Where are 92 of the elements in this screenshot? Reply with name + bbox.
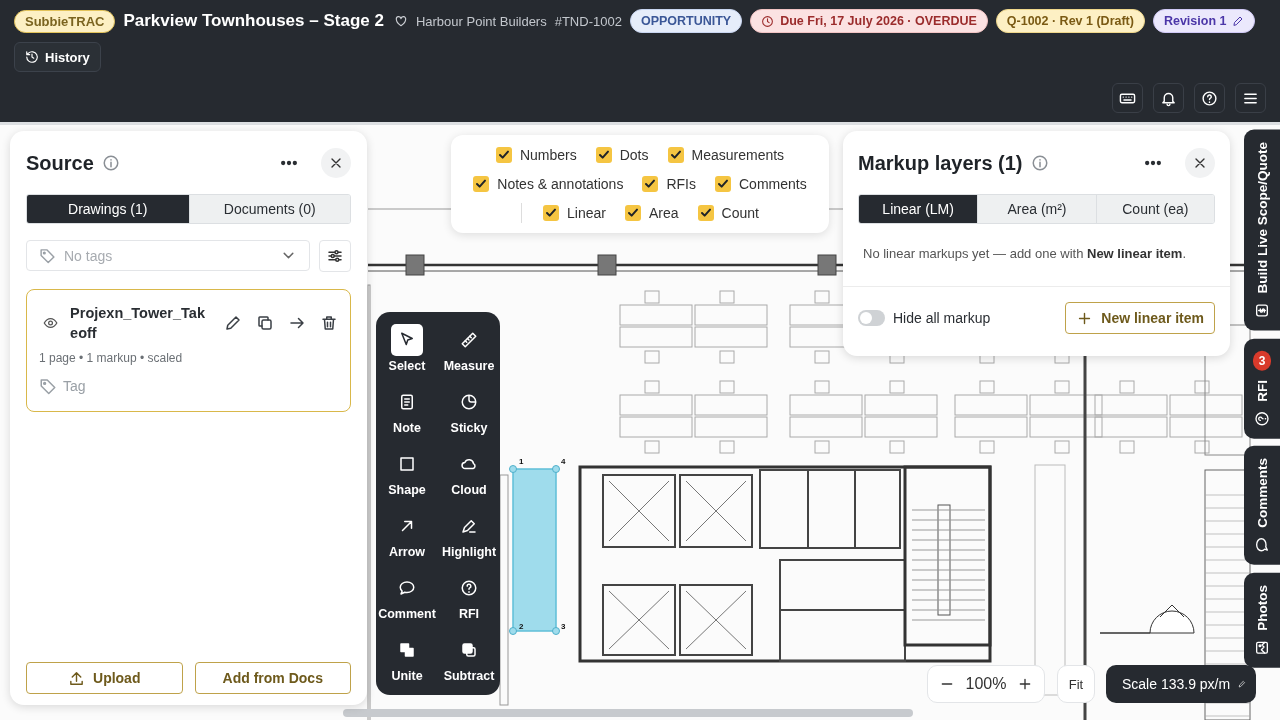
help-icon [1201,89,1218,107]
checkbox[interactable] [667,147,684,163]
tool-button[interactable]: Select [376,324,438,386]
tool-button[interactable]: Measure [438,324,500,386]
checkbox[interactable] [642,176,659,192]
history-icon [25,50,39,64]
history-button[interactable]: History [14,42,101,72]
vertex-label: 3 [561,622,566,631]
tab[interactable]: Area (m²) [977,195,1096,223]
tool-button[interactable]: Subtract [438,634,500,696]
tab[interactable]: Drawings (1) [27,195,189,223]
toggle-switch[interactable] [858,310,885,326]
checkbox[interactable] [715,176,731,192]
side-tab[interactable]: Comments [1244,446,1280,566]
checkbox-label: Numbers [519,147,577,163]
drawing-card[interactable]: Projexn_Tower_Takeoff 1 page • 1 markup • scaled Tag [26,289,351,412]
panel-title: Source [26,151,94,175]
checkbox-label: RFIs [666,176,696,192]
tag-icon [39,377,57,395]
tool-button[interactable]: Shape [376,448,438,510]
checkbox-label: Measurements [691,147,785,163]
pencil-icon [1232,15,1245,27]
due-badge: Due Fri, 17 July 2026 · OVERDUE [750,9,988,33]
copy-icon[interactable] [256,314,274,332]
checkbox[interactable] [495,147,512,163]
project-title: Parkview Townhouses – Stage 2 [123,11,384,31]
tag-icon [39,247,56,264]
tool-button[interactable]: Cloud [438,448,500,510]
empty-state-message: No linear markups yet — add one with New linear item. [863,246,1187,261]
client-name: Harbour Point Builders [415,13,547,29]
vertex-label: 1 [519,457,524,466]
scale-control[interactable]: Scale 133.9 px/m [1106,665,1256,703]
upload-button[interactable]: Upload [26,662,183,694]
app-logo: SubbieTRAC [14,9,116,33]
image-icon [1254,639,1270,656]
panel-title: Markup layers (1) [858,151,1023,175]
vertex-label: 2 [519,622,524,631]
notifications-button[interactable] [1153,83,1184,113]
tool-button[interactable]: RFI [438,572,500,634]
zoom-level: 100% [965,675,1007,693]
checkbox[interactable] [543,205,560,221]
reference-number: #TND-1002 [554,13,622,29]
drawing-meta: 1 page • 1 markup • scaled [39,351,184,365]
tab[interactable]: Count (ea) [1095,195,1214,223]
checkbox[interactable] [625,205,641,221]
side-tab[interactable]: RFI 3 [1244,338,1280,439]
checkbox[interactable] [473,176,490,192]
revision-badge[interactable]: Revision 1 [1152,9,1256,33]
trash-icon[interactable] [320,314,338,332]
info-icon [1030,154,1049,172]
question-icon [1254,410,1270,427]
side-tab[interactable]: Photos [1244,573,1280,668]
quote-badge: Q-1002 · Rev 1 (Draft) [995,9,1145,33]
clock-icon [761,14,775,28]
checkbox-label: Area [649,205,679,221]
menu-button[interactable] [1235,83,1266,113]
checkbox-label: Count [721,205,759,221]
checkbox-label: Notes & annotations [497,176,624,192]
tool-button[interactable]: Unite [376,634,438,696]
checkbox[interactable] [595,147,612,163]
pencil-icon[interactable] [224,314,242,332]
tool-button[interactable]: Arrow [376,510,438,572]
tab[interactable]: Documents (0) [188,195,350,223]
close-button[interactable] [1185,148,1215,178]
heart-icon [393,14,408,28]
upload-icon [68,669,85,687]
checkbox-label: Dots [619,147,649,163]
vertex-label: 4 [561,457,566,466]
filter-button[interactable] [319,240,351,272]
drawing-name: Projexn_Tower_Takeoff [70,304,206,343]
toggle-label: Hide all markup [893,310,992,326]
help-button[interactable] [1194,83,1225,113]
tab[interactable]: Linear (LM) [859,195,978,223]
side-tab[interactable]: Build Live Scope/Quote [1244,130,1280,331]
fit-button[interactable]: Fit [1057,665,1095,703]
tool-button[interactable]: Comment [376,572,438,634]
new-linear-item-button[interactable]: New linear item [1065,302,1215,334]
tool-button[interactable]: Note [376,386,438,448]
info-icon [101,154,120,172]
scale-value: Scale 133.9 px/m [1122,676,1231,692]
speech-bubble-icon [1254,537,1270,554]
checkbox-label: Comments [739,176,807,192]
tool-button[interactable]: Sticky [438,386,500,448]
add-from-docs-button[interactable]: Add from Docs [194,662,351,694]
checkbox[interactable] [697,205,714,221]
checkbox-label: Linear [567,205,606,221]
count-badge: 3 [1253,350,1271,371]
close-button[interactable] [321,148,351,178]
tool-button[interactable]: Highlight [438,510,500,572]
stage-badge: OPPORTUNITY [629,9,743,33]
keyboard-button[interactable] [1112,83,1143,113]
sliders-icon [326,247,344,265]
